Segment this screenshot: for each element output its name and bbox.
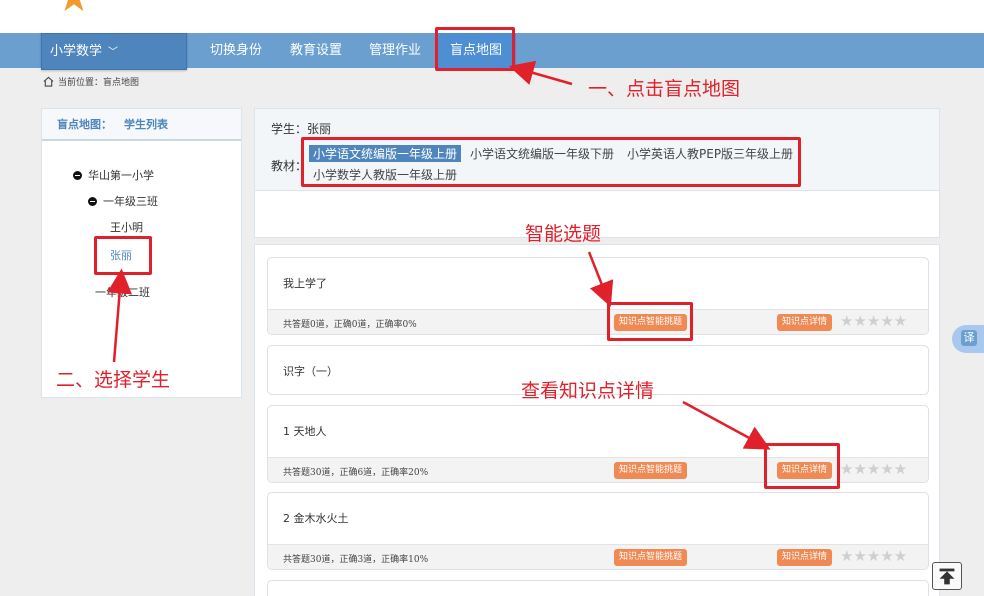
rating-stars-icon: ★★★★★	[840, 312, 908, 330]
arrow-up-icon	[939, 568, 955, 585]
nav-education-settings[interactable]: 教育设置	[290, 33, 342, 68]
lesson-footer: 共答题30道，正确6道，正确率20% 知识点智能挑题 知识点详情 ★★★★★	[268, 457, 928, 482]
textbook-option[interactable]: 小学语文统编版一年级下册	[470, 145, 614, 162]
smart-select-button[interactable]: 知识点智能挑题	[614, 549, 688, 566]
breadcrumb-current: 盲点地图	[103, 78, 140, 88]
textbook-option[interactable]: 小学数学人教版一年级上册	[313, 166, 457, 183]
lesson-card: 我上学了 共答题0道，正确0道，正确率0% 知识点智能挑题 知识点详情 ★★★★…	[267, 257, 929, 335]
collapse-icon[interactable]	[88, 197, 97, 206]
student-list-panel: 盲点地图： 学生列表 华山第一小学 一年级三班 王小明 张丽 一年级二班	[41, 108, 242, 398]
nav-switch-identity[interactable]: 切换身份	[210, 33, 262, 68]
knowledge-detail-button[interactable]: 知识点详情	[777, 314, 833, 331]
school-label: 华山第一小学	[88, 169, 154, 182]
tree-student-wang[interactable]: 王小明	[110, 219, 143, 235]
lesson-stats: 共答题30道，正确3道，正确率10%	[283, 555, 429, 565]
smart-select-button[interactable]: 知识点智能挑题	[614, 462, 688, 479]
header-bar: ★	[0, 0, 984, 33]
lesson-footer: 共答题30道，正确3道，正确率10% 知识点智能挑题 知识点详情 ★★★★★	[268, 544, 928, 569]
logo-star-icon: ★	[56, 0, 92, 18]
lesson-title: 2 金木水火土	[283, 512, 349, 525]
lesson-card	[267, 580, 929, 596]
panel-title: 盲点地图：	[57, 118, 112, 131]
breadcrumb-prefix: 当前位置：	[58, 78, 104, 88]
main-nav: 小学数学 ﹀ 切换身份 教育设置 管理作业 盲点地图	[0, 33, 984, 70]
lesson-stats: 共答题30道，正确6道，正确率20%	[283, 468, 429, 478]
home-icon	[43, 76, 54, 87]
info-header: 学生：张丽 教材： 小学语文统编版一年级上册 小学语文统编版一年级下册 小学英语…	[255, 109, 939, 191]
textbook-option-selected[interactable]: 小学语文统编版一年级上册	[309, 145, 462, 162]
annotation-step1: 一、点击盲点地图	[588, 78, 741, 100]
subject-label: 小学数学	[50, 44, 103, 59]
lesson-card: 2 金木水火土 共答题30道，正确3道，正确率10% 知识点智能挑题 知识点详情…	[267, 492, 929, 570]
nav-blindspot-map[interactable]: 盲点地图	[436, 33, 517, 68]
chevron-down-icon: ﹀	[108, 47, 119, 58]
knowledge-detail-button[interactable]: 知识点详情	[777, 549, 833, 566]
subject-dropdown[interactable]: 小学数学 ﹀	[41, 33, 187, 70]
lesson-stats: 共答题0道，正确0道，正确率0%	[283, 320, 417, 330]
lesson-list-panel: 我上学了 共答题0道，正确0道，正确率0% 知识点智能挑题 知识点详情 ★★★★…	[254, 244, 940, 596]
class-label: 一年级三班	[103, 195, 158, 208]
translate-icon: 译	[961, 330, 977, 346]
lesson-title: 识字（一）	[283, 365, 338, 378]
tree-student-zhang[interactable]: 张丽	[110, 247, 132, 263]
breadcrumb: 当前位置：盲点地图	[43, 75, 139, 88]
lesson-footer: 共答题0道，正确0道，正确率0% 知识点智能挑题 知识点详情 ★★★★★	[268, 309, 928, 334]
student-name: 学生：张丽	[271, 122, 332, 136]
textbook-label: 教材：	[271, 159, 308, 173]
collapse-icon[interactable]	[73, 171, 82, 180]
annotation-detail: 查看知识点详情	[521, 380, 655, 402]
tree-class-1[interactable]: 一年级三班	[88, 193, 158, 209]
annotation-step2: 二、选择学生	[56, 369, 171, 391]
lesson-title: 我上学了	[283, 277, 327, 290]
lesson-title: 1 天地人	[283, 425, 327, 438]
panel-header: 盲点地图： 学生列表	[42, 109, 241, 141]
nav-manage-homework[interactable]: 管理作业	[369, 33, 421, 68]
tree-class-2[interactable]: 一年级二班	[95, 284, 150, 300]
lesson-card: 1 天地人 共答题30道，正确6道，正确率20% 知识点智能挑题 知识点详情 ★…	[267, 405, 929, 483]
tree-school[interactable]: 华山第一小学	[73, 167, 154, 183]
translate-widget[interactable]: 译	[952, 325, 984, 353]
back-to-top-button[interactable]	[932, 562, 962, 590]
annotation-smart: 智能选题	[525, 223, 602, 245]
knowledge-detail-button[interactable]: 知识点详情	[777, 462, 833, 479]
smart-select-button[interactable]: 知识点智能挑题	[614, 314, 688, 331]
rating-stars-icon: ★★★★★	[840, 460, 908, 478]
panel-subtitle: 学生列表	[124, 118, 168, 131]
textbook-option[interactable]: 小学英语人教PEP版三年级上册	[627, 145, 793, 162]
rating-stars-icon: ★★★★★	[840, 547, 908, 565]
